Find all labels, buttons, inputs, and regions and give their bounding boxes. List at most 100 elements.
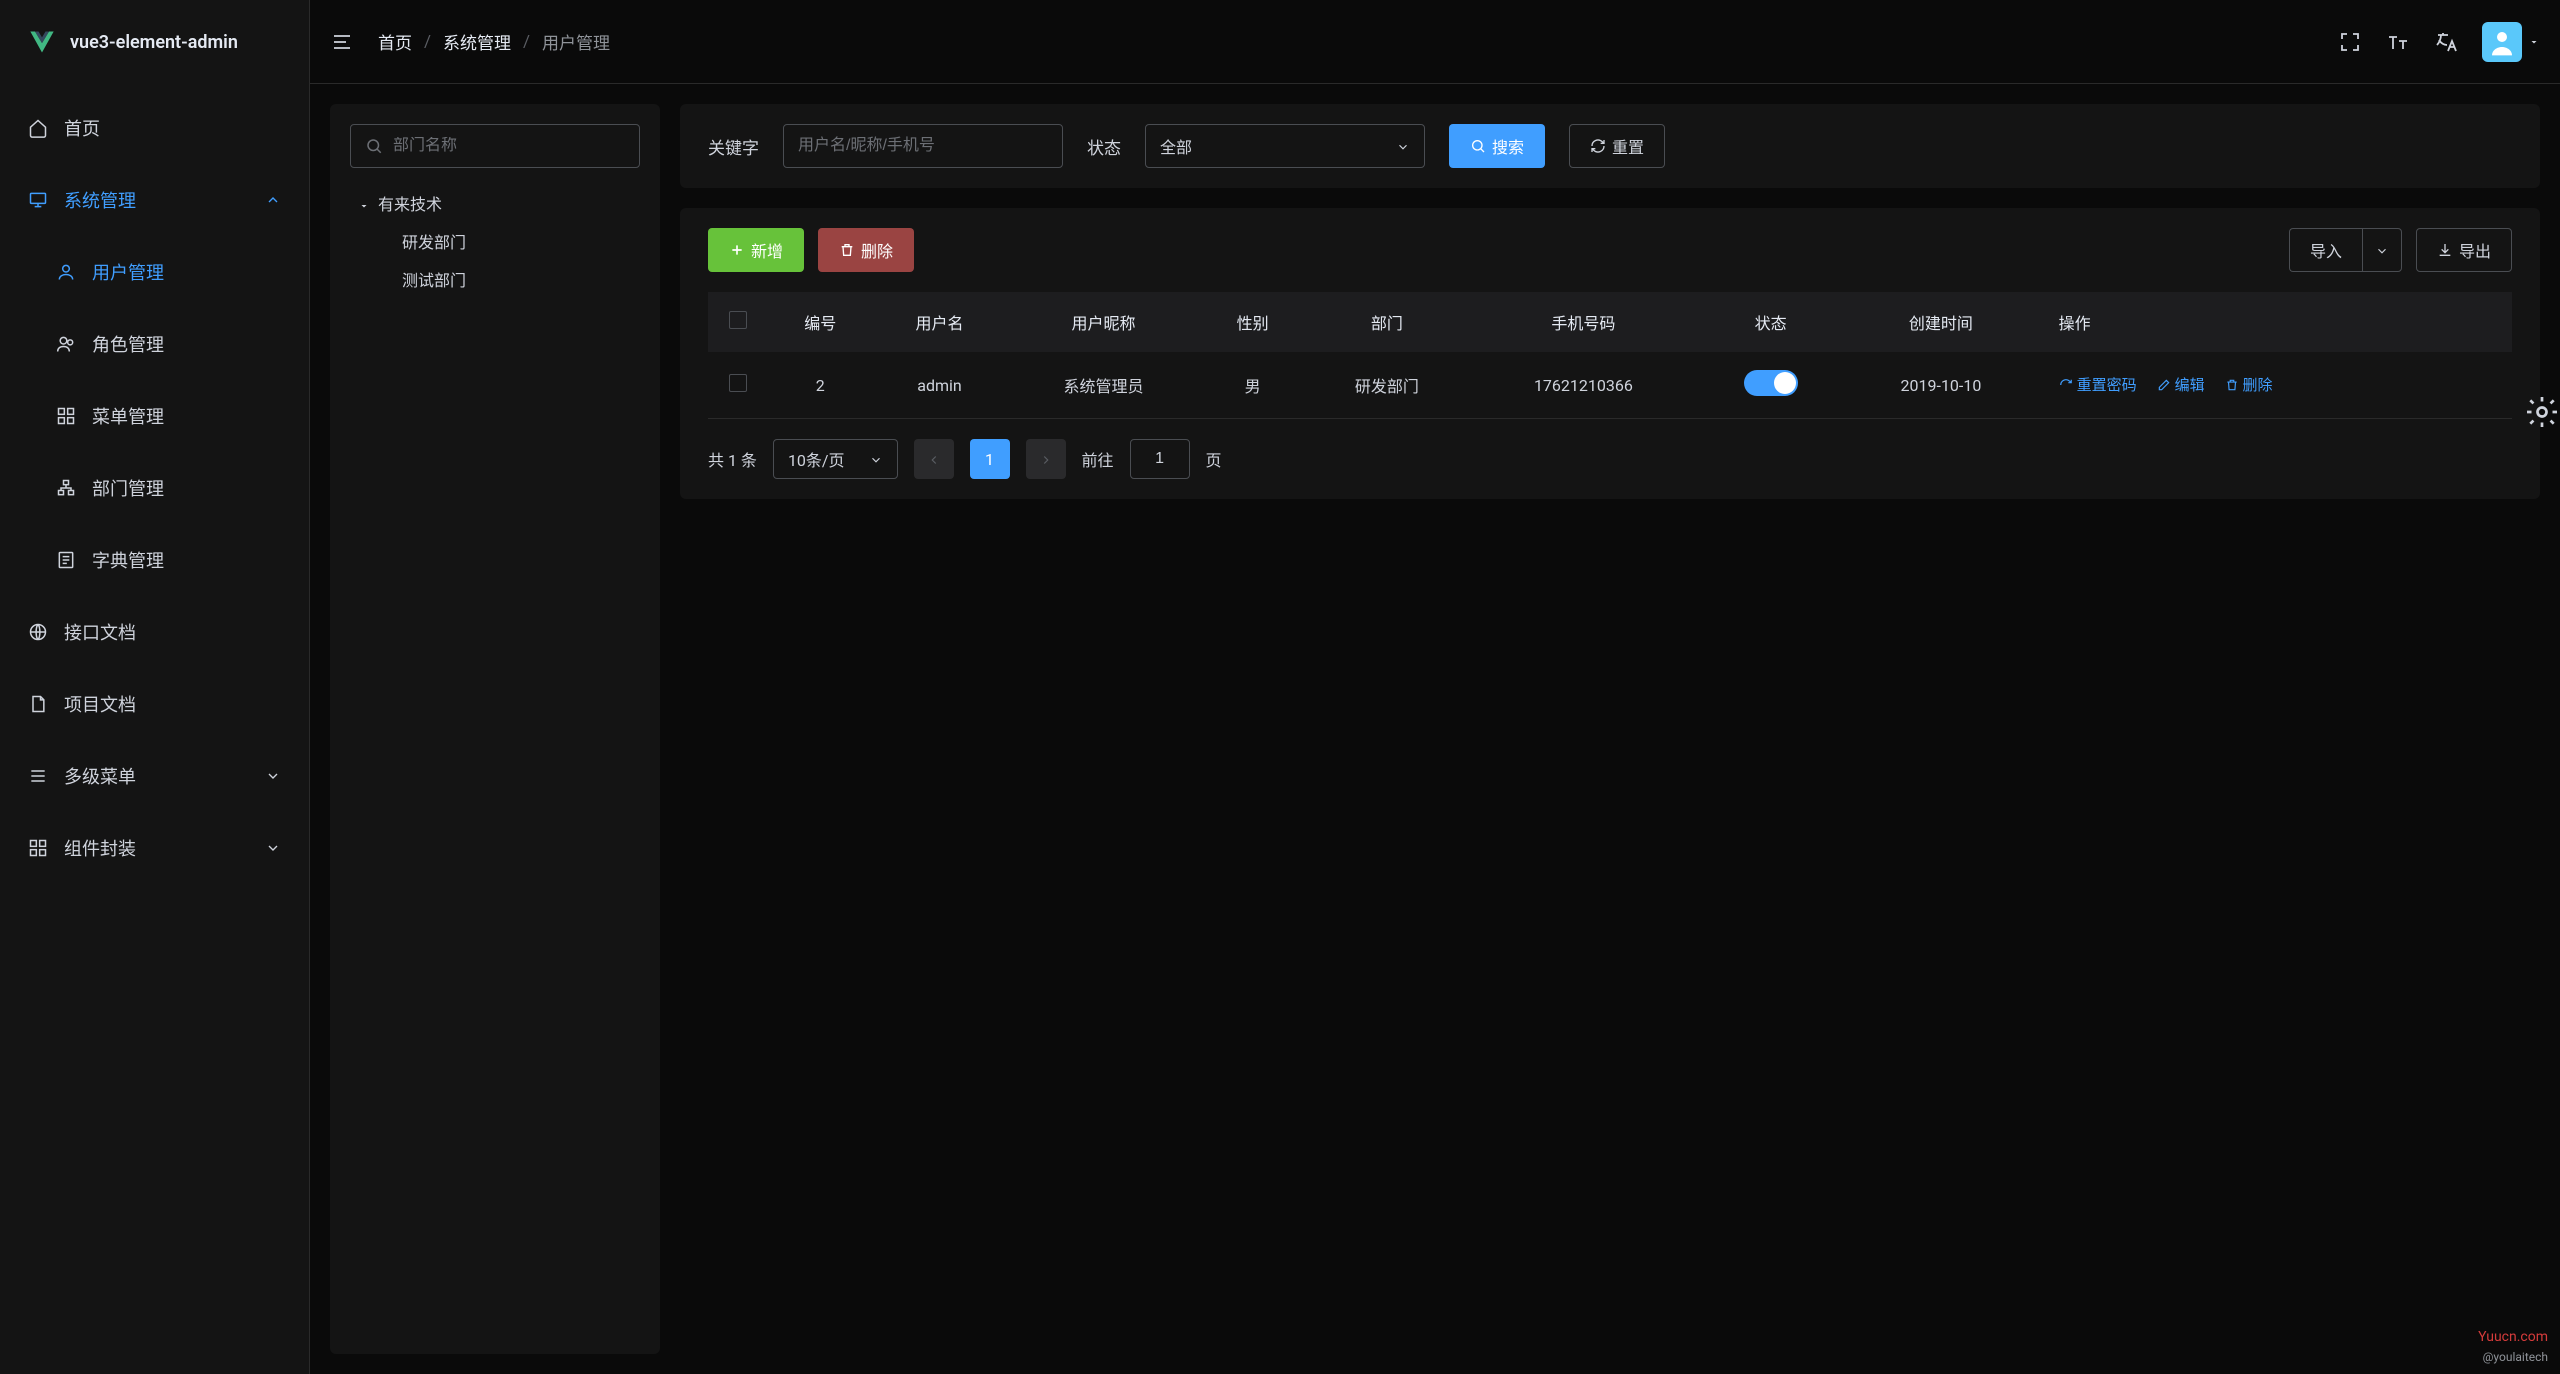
page-number: 1 — [985, 450, 994, 469]
delete-button[interactable]: 删除 — [818, 228, 914, 272]
sidebar-item-role[interactable]: 角色管理 — [0, 308, 309, 380]
chevron-right-icon — [1039, 452, 1053, 466]
search-icon — [365, 137, 383, 155]
user-icon — [56, 262, 76, 282]
watermark: Yuucn.com @youlaitech — [2478, 1327, 2548, 1366]
settings-button[interactable] — [2524, 394, 2560, 430]
dept-panel: 有来技术 研发部门 测试部门 — [330, 104, 660, 1354]
sidebar-item-label: 菜单管理 — [92, 403, 281, 429]
filter-keyword-label: 关键字 — [708, 134, 759, 159]
breadcrumb-sys[interactable]: 系统管理 — [443, 29, 511, 54]
row-checkbox[interactable] — [729, 374, 747, 392]
tree-node-root[interactable]: 有来技术 — [358, 184, 640, 222]
sidebar-item-label: 首页 — [64, 115, 281, 141]
dict-icon — [56, 550, 76, 570]
filter-status-label: 状态 — [1087, 134, 1121, 159]
user-table: 编号 用户名 用户昵称 性别 部门 手机号码 状态 创建时间 操作 — [708, 292, 2512, 419]
delete-link[interactable]: 删除 — [2225, 374, 2273, 395]
breadcrumb-home[interactable]: 首页 — [378, 29, 412, 54]
sidebar-item-proj-doc[interactable]: 项目文档 — [0, 668, 309, 740]
prev-page-button[interactable] — [914, 439, 954, 479]
cell-nickname: 系统管理员 — [1007, 352, 1201, 419]
edit-link[interactable]: 编辑 — [2157, 374, 2205, 395]
dept-search-input[interactable] — [393, 137, 625, 155]
goto-input[interactable] — [1130, 439, 1190, 479]
filter-keyword-input[interactable] — [783, 124, 1063, 168]
reset-password-link[interactable]: 重置密码 — [2059, 374, 2137, 395]
watermark-line1: Yuucn.com — [2478, 1327, 2548, 1348]
action-label: 重置密码 — [2077, 374, 2137, 395]
breadcrumb-current: 用户管理 — [542, 29, 610, 54]
tree-node-label: 测试部门 — [402, 267, 466, 291]
chevron-down-icon — [265, 768, 281, 784]
cell-gender: 男 — [1200, 352, 1304, 419]
chevron-down-icon — [869, 452, 883, 466]
sidebar-item-label: 多级菜单 — [64, 763, 249, 789]
sidebar-item-label: 接口文档 — [64, 619, 281, 645]
search-icon — [1470, 138, 1486, 154]
sidebar-item-menu[interactable]: 菜单管理 — [0, 380, 309, 452]
search-button[interactable]: 搜索 — [1449, 124, 1545, 168]
language-icon[interactable] — [2434, 30, 2458, 54]
next-page-button[interactable] — [1026, 439, 1066, 479]
page-unit: 页 — [1206, 447, 1222, 471]
th-username: 用户名 — [872, 292, 1006, 352]
button-label: 重置 — [1612, 134, 1644, 158]
breadcrumb-sep: / — [424, 32, 431, 52]
page-size-select[interactable]: 10条/页 — [773, 439, 898, 479]
sidebar-item-dict[interactable]: 字典管理 — [0, 524, 309, 596]
caret-down-icon — [2528, 36, 2540, 48]
sidebar-item-api-doc[interactable]: 接口文档 — [0, 596, 309, 668]
toolbar: 新增 删除 导入 — [708, 228, 2512, 272]
status-switch[interactable] — [1744, 370, 1798, 396]
page-size-value: 10条/页 — [788, 447, 845, 471]
fullscreen-icon[interactable] — [2338, 30, 2362, 54]
sidebar-item-multi[interactable]: 多级菜单 — [0, 740, 309, 812]
th-action: 操作 — [2039, 292, 2512, 352]
table-header-row: 编号 用户名 用户昵称 性别 部门 手机号码 状态 创建时间 操作 — [708, 292, 2512, 352]
cell-mobile: 17621210366 — [1469, 352, 1698, 419]
add-button[interactable]: 新增 — [708, 228, 804, 272]
tree-node-label: 有来技术 — [378, 191, 442, 215]
font-size-icon[interactable] — [2386, 30, 2410, 54]
select-all-checkbox[interactable] — [729, 311, 747, 329]
export-button[interactable]: 导出 — [2416, 228, 2512, 272]
tree-node-child[interactable]: 测试部门 — [358, 260, 640, 298]
sidebar: vue3-element-admin 首页 系统管理 用户管理 角色管理 — [0, 0, 310, 1374]
sidebar-item-system[interactable]: 系统管理 — [0, 164, 309, 236]
reset-button[interactable]: 重置 — [1569, 124, 1665, 168]
filter-status-value: 全部 — [1160, 134, 1192, 158]
page-1-button[interactable]: 1 — [970, 439, 1010, 479]
th-gender: 性别 — [1200, 292, 1304, 352]
list-icon — [28, 766, 48, 786]
cell-status — [1698, 352, 1843, 419]
download-icon — [2437, 242, 2453, 258]
import-dropdown[interactable] — [2362, 228, 2402, 272]
sidebar-item-user[interactable]: 用户管理 — [0, 236, 309, 308]
chevron-up-icon — [265, 192, 281, 208]
import-button[interactable]: 导入 — [2289, 228, 2362, 272]
edit-icon — [2157, 378, 2171, 392]
tree-node-child[interactable]: 研发部门 — [358, 222, 640, 260]
button-label: 搜索 — [1492, 134, 1524, 158]
user-avatar-dropdown[interactable] — [2482, 22, 2540, 62]
api-icon — [28, 622, 48, 642]
import-button-group: 导入 — [2289, 228, 2402, 272]
dept-icon — [56, 478, 76, 498]
filter-status-select[interactable]: 全部 — [1145, 124, 1425, 168]
topbar: 首页 / 系统管理 / 用户管理 — [310, 0, 2560, 84]
collapse-icon[interactable] — [330, 30, 354, 54]
chevron-down-icon — [2375, 243, 2389, 257]
chevron-left-icon — [927, 452, 941, 466]
sidebar-item-label: 部门管理 — [92, 475, 281, 501]
sidebar-item-home[interactable]: 首页 — [0, 92, 309, 164]
th-id: 编号 — [768, 292, 872, 352]
refresh-icon — [1590, 138, 1606, 154]
trash-icon — [2225, 378, 2239, 392]
goto-label: 前往 — [1082, 447, 1114, 471]
pagination: 共 1 条 10条/页 1 — [708, 439, 2512, 479]
sidebar-menu: 首页 系统管理 用户管理 角色管理 菜单管理 部门管理 — [0, 84, 309, 1374]
sidebar-item-dept[interactable]: 部门管理 — [0, 452, 309, 524]
sidebar-item-comp[interactable]: 组件封装 — [0, 812, 309, 884]
sidebar-item-label: 用户管理 — [92, 259, 281, 285]
